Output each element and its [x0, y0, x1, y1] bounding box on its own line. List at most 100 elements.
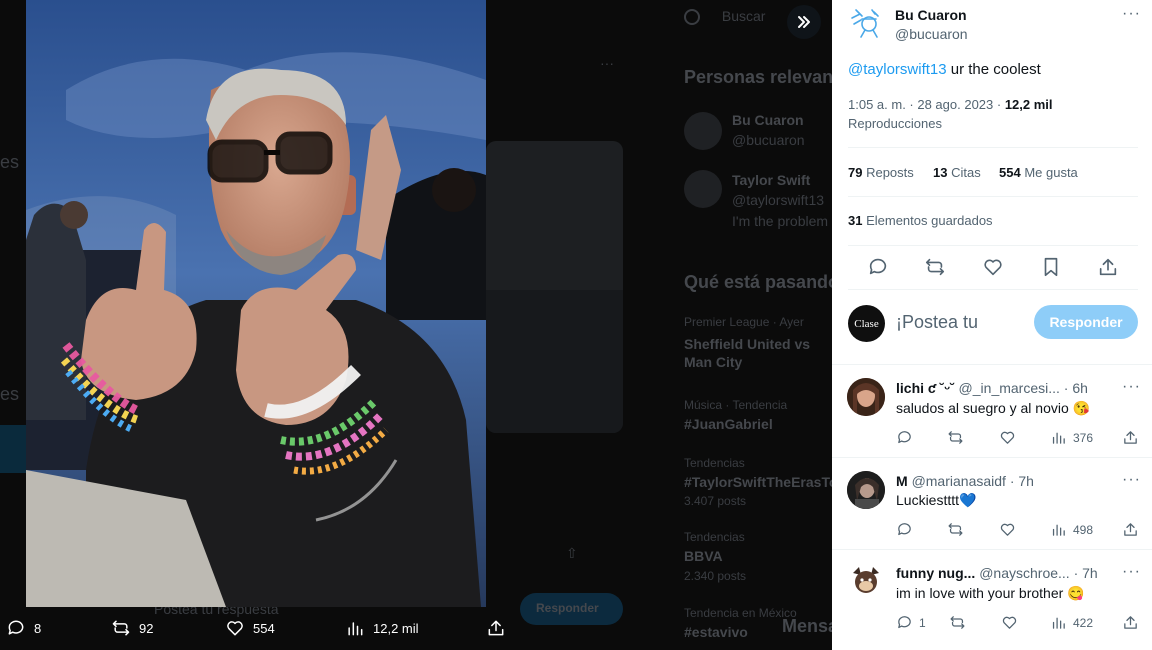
views-icon [1052, 524, 1065, 536]
reply-reply-button[interactable]: 1 [896, 614, 926, 631]
reply-like-button[interactable] [1001, 614, 1018, 631]
background-trend-name: Sheffield United vs Man City [684, 336, 811, 370]
double-chevron-right-icon [798, 16, 810, 28]
background-trend-context: Premier League · Ayer [684, 315, 804, 329]
media-action-bar: 8 92 554 12,2 mil [0, 607, 520, 650]
reply-views-count: 376 [1073, 430, 1094, 445]
reply-author-name[interactable]: funny nug... [896, 565, 975, 581]
media-share-button[interactable] [486, 618, 506, 638]
background-more-icon: ··· [600, 55, 614, 71]
background-messages-label: Mensajes [782, 616, 832, 636]
reply-header: M @marianasaidf · 7h [896, 473, 1034, 489]
share-icon [1124, 616, 1137, 629]
reply-text: im in love with your brother 😋 [896, 585, 1085, 601]
media-repost-button[interactable]: 92 [111, 618, 153, 638]
reply-avatar[interactable] [847, 378, 885, 416]
background-trend-context: Música · Tendencia [684, 398, 788, 412]
tweet-meta: 1:05 a. m. · 28 ago. 2023 · 12,2 mil [848, 97, 1053, 112]
tweet-detail-panel: Bu Cuaron @bucuaron ··· @taylorswift13 u… [832, 0, 1152, 650]
background-avatar [684, 170, 722, 208]
author-name[interactable]: Bu Cuaron [895, 7, 967, 23]
reply-time[interactable]: · 7h [1010, 473, 1034, 489]
quotes-stat[interactable]: 13 Citas [933, 165, 981, 180]
reposts-count: 79 [848, 165, 863, 180]
background-trending-title: Qué está pasando [684, 272, 832, 292]
background-trend-context: Tendencia en México [684, 606, 797, 620]
background-search: Buscar [684, 8, 765, 26]
tweet-photo[interactable] [26, 0, 486, 607]
reply-author-handle[interactable]: @marianasaidf [912, 473, 1006, 489]
background-trend-context: Tendencias [684, 530, 745, 544]
reply-repost-button[interactable] [947, 521, 964, 538]
repost-icon [112, 620, 130, 636]
reply-avatar[interactable] [847, 563, 885, 601]
reply-icon [898, 431, 911, 444]
reply-author-name[interactable]: M [896, 473, 908, 489]
divider [848, 147, 1138, 148]
share-icon [1124, 431, 1137, 444]
author-avatar[interactable] [848, 6, 882, 40]
reply-repost-button[interactable] [949, 614, 966, 631]
heart-icon [984, 259, 1002, 276]
collapse-panel-button[interactable] [787, 5, 821, 39]
likes-stat[interactable]: 554 Me gusta [999, 165, 1078, 180]
reply-more-icon[interactable]: ··· [1122, 378, 1141, 396]
reply-views-count: 498 [1073, 522, 1094, 537]
reply-time[interactable]: · 6h [1064, 380, 1088, 396]
tweet-text: @taylorswift13 ur the coolest [848, 61, 1041, 78]
reply-share-button[interactable] [1122, 429, 1139, 446]
author-avatar-drawing [851, 9, 879, 38]
reply-like-button[interactable] [999, 429, 1016, 446]
reply-header: lichi ƈ ˘ᵕ˘ @_in_marcesi... · 6h [896, 380, 1088, 396]
tweet-timestamp[interactable]: 1:05 a. m. · 28 ago. 2023 · [848, 97, 1005, 112]
divider [832, 457, 1152, 458]
repost-button[interactable] [924, 256, 946, 278]
share-button[interactable] [1097, 256, 1119, 278]
reply-reply-button[interactable] [896, 429, 919, 446]
reply-avatar[interactable] [847, 471, 885, 509]
reply-views-button[interactable]: 498 [1050, 521, 1093, 538]
reply-author-handle[interactable]: @_in_marcesi... [959, 380, 1060, 396]
tweet-more-icon[interactable]: ··· [1122, 5, 1141, 23]
tweet-body: ur the coolest [946, 61, 1041, 78]
media-reply-count: 8 [34, 620, 42, 636]
repost-icon [950, 616, 965, 629]
reply-author-name[interactable]: lichi ƈ ˘ᵕ˘ [896, 380, 959, 396]
reply-text: saludos al suegro y al novio 😘 [896, 400, 1091, 416]
reply-share-button[interactable] [1122, 521, 1139, 538]
composer-reply-button[interactable]: Responder [1034, 305, 1138, 339]
like-button[interactable] [982, 256, 1004, 278]
reply-button[interactable] [867, 256, 889, 278]
author-handle[interactable]: @bucuaron [895, 26, 968, 42]
reply-time[interactable]: · 7h [1074, 565, 1098, 581]
reposts-stat[interactable]: 79 Reposts [848, 165, 914, 180]
views-icon [1052, 432, 1065, 444]
media-like-button[interactable]: 554 [225, 618, 275, 638]
background-share-icon: ⇧ [566, 545, 578, 561]
heart-icon [1000, 431, 1015, 444]
reply-views-button[interactable]: 422 [1050, 614, 1093, 631]
reply-like-button[interactable] [999, 521, 1016, 538]
reply-reply-count: 1 [919, 615, 926, 630]
background-person-handle: @taylorswift13 [732, 192, 825, 208]
background-media [486, 290, 623, 433]
reply-views-count: 422 [1073, 615, 1094, 630]
reply-author-handle[interactable]: @nayschroe... [979, 565, 1069, 581]
reply-repost-button[interactable] [947, 429, 964, 446]
reply-more-icon[interactable]: ··· [1122, 563, 1141, 581]
media-reply-button[interactable]: 8 [6, 618, 41, 638]
bookmark-button[interactable] [1040, 256, 1062, 278]
composer-reply-label: Responder [1049, 314, 1123, 330]
reply-avatar-drawing [847, 563, 885, 601]
media-views-button[interactable]: 12,2 mil [345, 618, 419, 638]
tweet-mention-link[interactable]: @taylorswift13 [848, 61, 947, 78]
background-trend-name: BBVA [684, 548, 723, 564]
reply-more-icon[interactable]: ··· [1122, 471, 1141, 489]
reply-share-button[interactable] [1122, 614, 1139, 631]
composer-input[interactable]: ¡Postea tu [896, 312, 978, 333]
repost-icon [948, 523, 963, 536]
reply-reply-button[interactable] [896, 521, 919, 538]
divider [832, 549, 1152, 550]
reply-views-button[interactable]: 376 [1050, 429, 1093, 446]
bookmarks-stat[interactable]: 31 Elementos guardados [848, 213, 993, 228]
